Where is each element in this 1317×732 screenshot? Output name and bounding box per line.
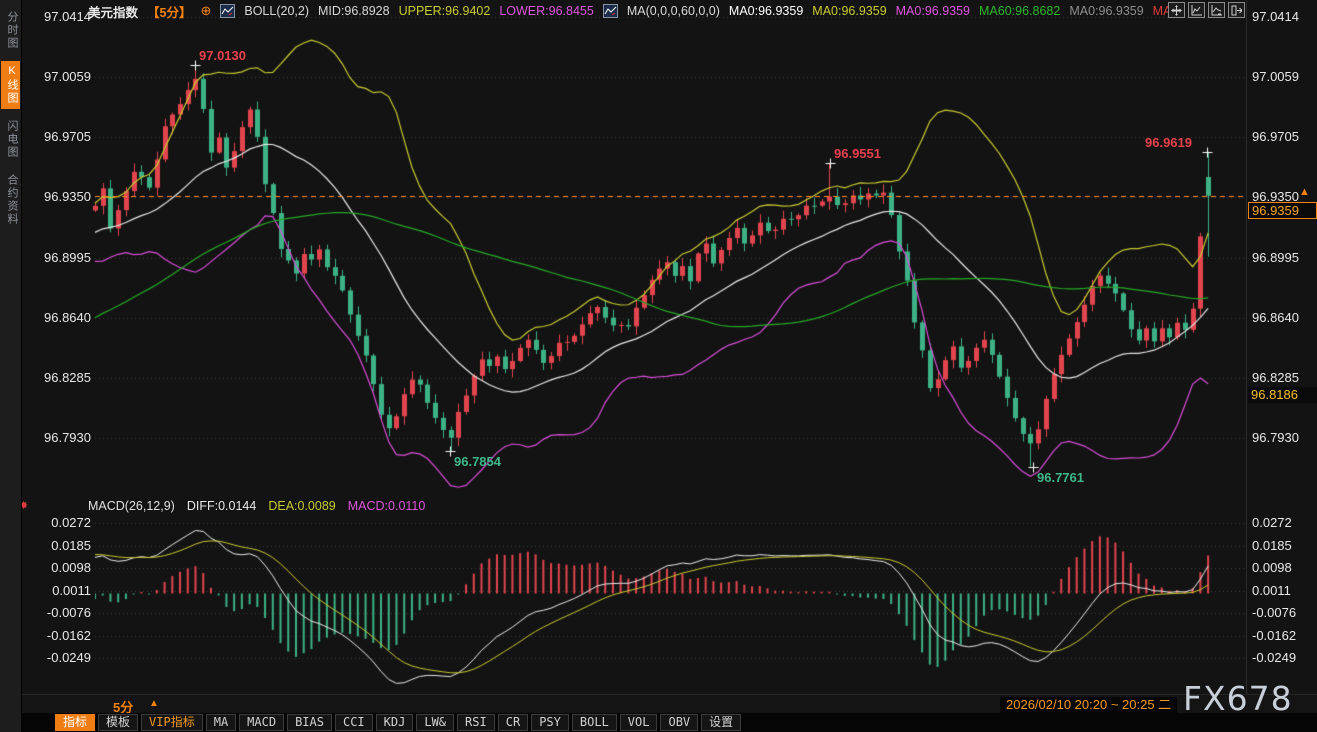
toolbar-tab-MACD[interactable]: MACD — [239, 714, 284, 731]
sidebar-tab-1[interactable]: K线图 — [1, 61, 20, 109]
pane-layout-right-button[interactable] — [1208, 2, 1225, 18]
macd-tick-right-5: -0.0162 — [1252, 628, 1317, 644]
indicator-value-9: MA0:96.9359 — [1069, 4, 1143, 18]
swing-label-96.7854: 96.7854 — [454, 454, 501, 469]
price-tick-left-3: 96.9350 — [21, 189, 91, 205]
settle-price-badge: 96.8186 — [1248, 387, 1317, 403]
price-up-arrow-icon: ▲ — [1299, 186, 1310, 198]
toolbar-tab-PSY[interactable]: PSY — [531, 714, 569, 731]
toolbar-tab-BIAS[interactable]: BIAS — [287, 714, 332, 731]
toolbar-tab-CCI[interactable]: CCI — [335, 714, 373, 731]
macd-title: MACD(26,12,9) — [88, 499, 175, 513]
toolbar-tab-OBV[interactable]: OBV — [660, 714, 698, 731]
price-tick-right-2: 96.9705 — [1252, 129, 1317, 145]
price-tick-right-7: 96.7930 — [1252, 430, 1317, 446]
price-tick-right-4: 96.8995 — [1252, 250, 1317, 266]
macd-tick-left-4: -0.0076 — [21, 605, 91, 621]
macd-tick-right-1: 0.0185 — [1252, 538, 1317, 554]
price-tick-right-6: 96.8285 — [1252, 370, 1317, 386]
macd-value-1: DEA:0.0089 — [268, 499, 335, 513]
axis-separator — [1246, 0, 1247, 694]
price-tick-left-2: 96.9705 — [21, 129, 91, 145]
symbol-name: 美元指数 — [88, 2, 138, 21]
macd-value-2: MACD:0.0110 — [348, 499, 426, 513]
macd-tick-right-2: 0.0098 — [1252, 560, 1317, 576]
swing-label-96.9551: 96.9551 — [834, 146, 881, 161]
toolbar-tab-模板[interactable]: 模板 — [98, 714, 138, 731]
macd-tick-left-6: -0.0249 — [21, 650, 91, 666]
macd-tick-left-2: 0.0098 — [21, 560, 91, 576]
macd-tick-right-6: -0.0249 — [1252, 650, 1317, 666]
price-tick-left-5: 96.8640 — [21, 310, 91, 326]
price-tick-right-1: 97.0059 — [1252, 69, 1317, 85]
left-sidebar: 分时图 K线图闪电图合约资料 — [0, 0, 22, 732]
sidebar-tab-2[interactable]: 闪电图 — [1, 116, 20, 163]
sidebar-tab-0[interactable]: 分时图 — [1, 7, 20, 54]
swing-label-96.7761: 96.7761 — [1037, 470, 1084, 485]
pan-mode-button[interactable] — [1168, 2, 1185, 18]
toolbar-tab-CR[interactable]: CR — [498, 714, 528, 731]
indicator-value-5: MA0:96.9359 — [729, 4, 803, 18]
macd-value-0: DIFF:0.0144 — [187, 499, 256, 513]
macd-tick-right-4: -0.0076 — [1252, 605, 1317, 621]
toolbar-tab-指标[interactable]: 指标 — [55, 714, 95, 731]
timeframe-arrow-icon[interactable]: ▲ — [149, 698, 159, 709]
sidebar-tab-3[interactable]: 合约资料 — [1, 170, 20, 230]
swing-label-97.0130: 97.0130 — [199, 48, 246, 63]
macd-tick-left-5: -0.0162 — [21, 628, 91, 644]
price-tick-left-7: 96.7930 — [21, 430, 91, 446]
indicator-value-0: BOLL(20,2) — [244, 4, 309, 18]
macd-tick-right-0: 0.0272 — [1252, 515, 1317, 531]
add-indicator-icon[interactable]: ⊕ — [200, 3, 211, 19]
indicator-value-4: MA(0,0,0,60,0,0) — [627, 4, 720, 18]
toolbar-tab-MA[interactable]: MA — [206, 714, 236, 731]
macd-tick-left-0: 0.0272 — [21, 515, 91, 531]
swing-label-96.9619: 96.9619 — [1145, 135, 1192, 150]
macd-tick-left-3: 0.0011 — [21, 583, 91, 599]
indicator-value-6: MA0:96.9359 — [812, 4, 886, 18]
header-buttons — [1168, 2, 1245, 18]
macd-header: MACD(26,12,9) DIFF:0.0144 DEA:0.0089 MACD:… — [88, 499, 425, 513]
mini-chart-icon — [603, 4, 618, 18]
pane-layout-left-button[interactable] — [1188, 2, 1205, 18]
indicator-values: BOLL(20,2) MID:96.8928 UPPER:96.9402 LOWER:… — [220, 4, 1178, 18]
last-price-badge: 96.9359 — [1248, 202, 1317, 219]
candlestick-chart-canvas[interactable] — [0, 0, 1317, 732]
bottom-toolbar: 指标模板VIP指标MAMACDBIASCCIKDJLW&RSICRPSYBOLL… — [21, 713, 1317, 732]
toolbar-tab-BOLL[interactable]: BOLL — [572, 714, 617, 731]
period-label: 【5分】 — [147, 2, 191, 21]
time-range-badge: 2026/02/10 20:20 ~ 20:25 二 — [1000, 697, 1177, 713]
toolbar-tab-VOL[interactable]: VOL — [620, 714, 658, 731]
mini-chart-icon — [220, 4, 235, 18]
price-tick-left-1: 97.0059 — [21, 69, 91, 85]
toolbar-tab-设置[interactable]: 设置 — [701, 714, 741, 731]
macd-tick-right-3: 0.0011 — [1252, 583, 1317, 599]
toolbar-tab-RSI[interactable]: RSI — [457, 714, 495, 731]
toolbar-tab-KDJ[interactable]: KDJ — [376, 714, 414, 731]
indicator-value-3: LOWER:96.8455 — [499, 4, 594, 18]
macd-tick-left-1: 0.0185 — [21, 538, 91, 554]
chart-header: 美元指数 【5分】 ⊕ BOLL(20,2) MID:96.8928 UPPER:9… — [88, 2, 1178, 20]
price-tick-right-0: 97.0414 — [1252, 9, 1317, 25]
toolbar-tab-VIP指标[interactable]: VIP指标 — [141, 714, 203, 731]
indicator-value-1: MID:96.8928 — [318, 4, 390, 18]
price-tick-left-0: 97.0414 — [21, 9, 91, 25]
toolbar-tab-LW&[interactable]: LW& — [416, 714, 454, 731]
trading-app-window: 分时图 K线图闪电图合约资料 美元指数 【5分】 ⊕ BOLL(20,2) MID:… — [0, 0, 1317, 732]
price-tick-right-5: 96.8640 — [1252, 310, 1317, 326]
exit-fullscreen-button[interactable] — [1228, 2, 1245, 18]
indicator-value-2: UPPER:96.9402 — [399, 4, 491, 18]
price-tick-left-4: 96.8995 — [21, 250, 91, 266]
price-tick-left-6: 96.8285 — [21, 370, 91, 386]
indicator-value-8: MA60:96.8682 — [979, 4, 1060, 18]
macd-values: DIFF:0.0144 DEA:0.0089 MACD:0.0110 — [187, 499, 426, 513]
indicator-value-7: MA0:96.9359 — [896, 4, 970, 18]
